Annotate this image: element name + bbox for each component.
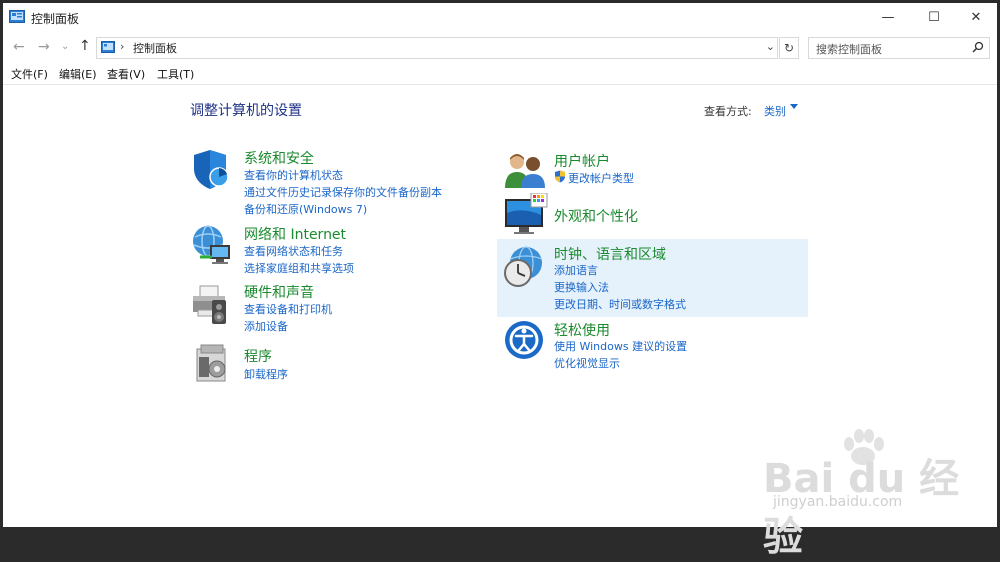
link-change-input-method[interactable]: 更换输入法 bbox=[554, 279, 609, 295]
address-bar[interactable]: › 控制面板 ⌄ bbox=[96, 37, 778, 59]
printer-speaker-icon[interactable] bbox=[190, 282, 234, 326]
link-network-status[interactable]: 查看网络状态和任务 bbox=[244, 243, 343, 259]
close-button[interactable]: ✕ bbox=[955, 3, 997, 32]
link-add-language[interactable]: 添加语言 bbox=[554, 262, 598, 278]
control-panel-location-icon bbox=[101, 41, 115, 53]
monitor-palette-icon[interactable] bbox=[503, 193, 549, 237]
link-homegroup-sharing[interactable]: 选择家庭组和共享选项 bbox=[244, 260, 354, 276]
link-windows-recommended-settings[interactable]: 使用 Windows 建议的设置 bbox=[554, 338, 687, 354]
search-input[interactable]: 搜索控制面板 bbox=[808, 37, 990, 59]
close-icon: ✕ bbox=[970, 10, 982, 25]
view-by-dropdown[interactable]: 类别 bbox=[764, 103, 786, 119]
category-network-internet[interactable]: 网络和 Internet bbox=[244, 224, 346, 244]
category-user-accounts[interactable]: 用户帐户 bbox=[554, 151, 610, 171]
category-appearance-personalization[interactable]: 外观和个性化 bbox=[554, 206, 638, 226]
control-panel-app-icon bbox=[9, 10, 25, 23]
window-title: 控制面板 bbox=[31, 12, 80, 26]
back-button[interactable]: ← bbox=[13, 39, 25, 55]
watermark-url: jingyan.baidu.com bbox=[773, 494, 903, 510]
uac-shield-icon bbox=[555, 170, 565, 183]
link-change-account-type[interactable]: 更改帐户类型 bbox=[568, 170, 634, 186]
minimize-icon: — bbox=[881, 10, 895, 25]
menu-file[interactable]: 文件(F) bbox=[11, 66, 48, 82]
link-add-device[interactable]: 添加设备 bbox=[244, 318, 288, 334]
forward-button[interactable]: → bbox=[38, 39, 50, 55]
address-dropdown-button[interactable]: ⌄ bbox=[766, 40, 775, 53]
link-change-date-time-format[interactable]: 更改日期、时间或数字格式 bbox=[554, 296, 686, 312]
category-system-security[interactable]: 系统和安全 bbox=[244, 148, 314, 168]
category-hardware-sound[interactable]: 硬件和声音 bbox=[244, 282, 314, 302]
maximize-icon: ☐ bbox=[928, 10, 940, 25]
search-icon bbox=[972, 41, 984, 53]
control-panel-window: 控制面板 — ☐ ✕ ← → ⌄ ↑ › 控制面板 ⌄ ↻ 搜索控制面板 文件(… bbox=[3, 3, 997, 560]
menu-view[interactable]: 查看(V) bbox=[107, 66, 145, 82]
minimize-button[interactable]: — bbox=[867, 3, 909, 32]
baidu-watermark: Bai du 经验 jingyan.baidu.com bbox=[763, 428, 983, 560]
breadcrumb-separator[interactable]: › bbox=[120, 40, 124, 53]
recent-locations-button[interactable]: ⌄ bbox=[61, 41, 69, 52]
network-globe-icon[interactable] bbox=[190, 223, 234, 267]
search-placeholder: 搜索控制面板 bbox=[816, 43, 882, 56]
page-title: 调整计算机的设置 bbox=[190, 103, 302, 119]
link-optimize-visual-display[interactable]: 优化视觉显示 bbox=[554, 355, 620, 371]
breadcrumb-control-panel[interactable]: 控制面板 bbox=[133, 40, 177, 56]
link-backup-restore[interactable]: 备份和还原(Windows 7) bbox=[244, 201, 367, 217]
view-by-chevron-down-icon[interactable] bbox=[790, 104, 798, 109]
category-programs[interactable]: 程序 bbox=[244, 346, 272, 366]
navigation-bar: ← → ⌄ ↑ › 控制面板 ⌄ ↻ 搜索控制面板 bbox=[3, 32, 997, 62]
refresh-button[interactable]: ↻ bbox=[779, 37, 799, 59]
link-check-computer-status[interactable]: 查看你的计算机状态 bbox=[244, 167, 343, 183]
menu-edit[interactable]: 编辑(E) bbox=[59, 66, 97, 82]
category-ease-of-access[interactable]: 轻松使用 bbox=[554, 320, 610, 340]
category-clock-language-region[interactable]: 时钟、语言和区域 bbox=[554, 244, 666, 264]
menu-tools[interactable]: 工具(T) bbox=[157, 66, 194, 82]
link-file-history[interactable]: 通过文件历史记录保存你的文件备份副本 bbox=[244, 184, 442, 200]
clock-globe-icon[interactable] bbox=[502, 245, 546, 289]
up-button[interactable]: ↑ bbox=[79, 38, 91, 54]
shield-icon[interactable] bbox=[190, 147, 234, 191]
users-icon[interactable] bbox=[503, 150, 547, 190]
ease-of-access-icon[interactable] bbox=[503, 319, 545, 361]
view-by-label: 查看方式: bbox=[704, 105, 752, 118]
maximize-button[interactable]: ☐ bbox=[913, 3, 955, 32]
link-uninstall-program[interactable]: 卸载程序 bbox=[244, 366, 288, 382]
menu-bar: 文件(F) 编辑(E) 查看(V) 工具(T) bbox=[3, 62, 997, 85]
programs-icon[interactable] bbox=[193, 343, 233, 385]
link-devices-printers[interactable]: 查看设备和打印机 bbox=[244, 301, 332, 317]
title-bar: 控制面板 — ☐ ✕ bbox=[3, 3, 997, 32]
